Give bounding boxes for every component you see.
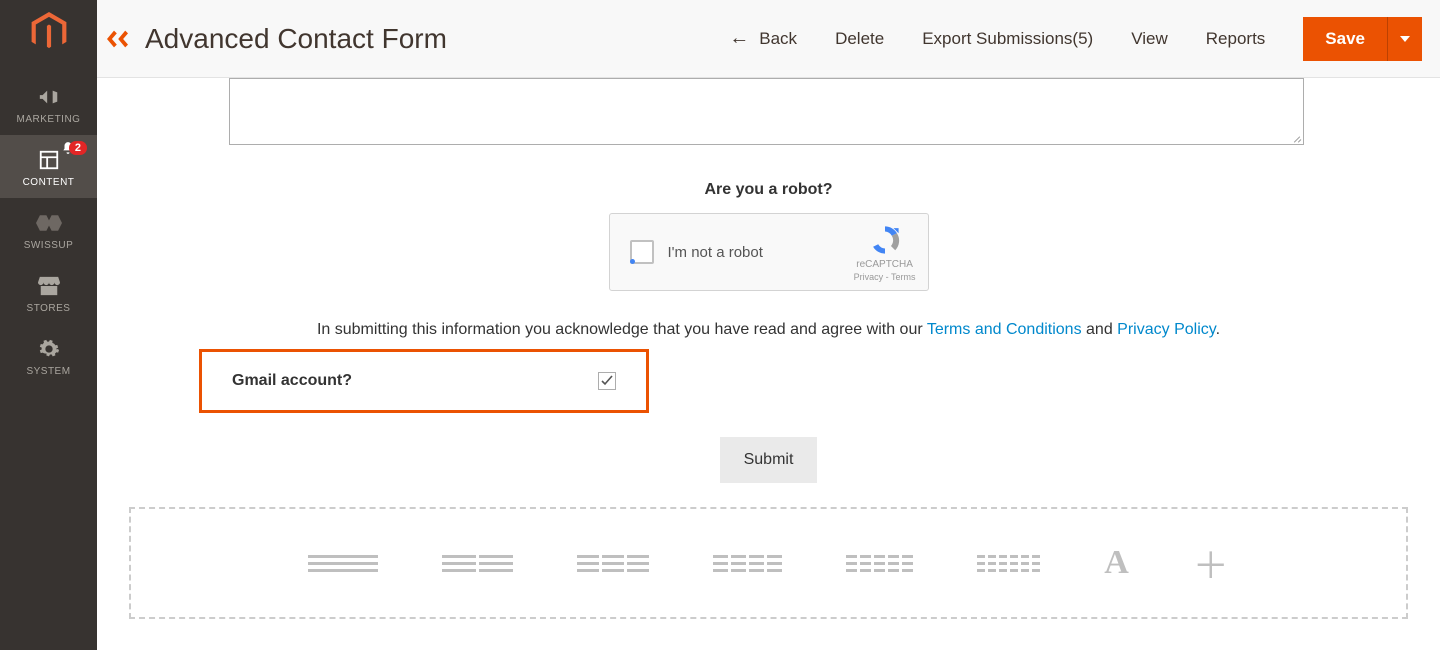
- nav-stores[interactable]: STORES: [0, 261, 97, 324]
- back-button[interactable]: ← Back: [729, 27, 797, 50]
- page-title: Advanced Contact Form: [145, 23, 447, 55]
- layout-presets-bar: A ＋: [129, 507, 1408, 619]
- captcha-title: Are you a robot?: [129, 181, 1408, 199]
- save-dropdown-button[interactable]: [1387, 17, 1422, 61]
- gmail-label: Gmail account?: [232, 372, 598, 390]
- privacy-link[interactable]: Privacy Policy: [1117, 321, 1215, 338]
- nav-label: SYSTEM: [26, 366, 70, 377]
- admin-sidebar: MARKETING 2 CONTENT SWISSUP STORES: [0, 0, 97, 650]
- recaptcha-widget[interactable]: I'm not a robot reCAPTCHA Privacy - Term…: [609, 213, 929, 291]
- nav-swissup[interactable]: SWISSUP: [0, 198, 97, 261]
- layout-3col-icon[interactable]: [577, 555, 649, 572]
- layout-6col-icon[interactable]: [977, 555, 1040, 572]
- submit-button[interactable]: Submit: [720, 437, 818, 483]
- nav-label: MARKETING: [17, 114, 81, 125]
- terms-link[interactable]: Terms and Conditions: [927, 321, 1082, 338]
- nav-content[interactable]: 2 CONTENT: [0, 135, 97, 198]
- spinner-dot-icon: [630, 259, 635, 264]
- layout-4col-icon[interactable]: [713, 555, 782, 572]
- recaptcha-label: I'm not a robot: [668, 244, 763, 261]
- layout-1col-icon[interactable]: [308, 555, 378, 572]
- store-icon: [38, 273, 60, 299]
- recaptcha-logo-icon: [868, 223, 902, 257]
- layout-5col-icon[interactable]: [846, 555, 913, 572]
- view-button[interactable]: View: [1131, 29, 1168, 49]
- layout-2col-icon[interactable]: [442, 555, 513, 572]
- gmail-checkbox[interactable]: [598, 372, 616, 390]
- nav-label: STORES: [27, 303, 71, 314]
- layout-icon: [38, 147, 60, 173]
- resize-grip-icon[interactable]: [1291, 132, 1301, 142]
- nav-system[interactable]: SYSTEM: [0, 324, 97, 387]
- arrow-left-icon: ←: [729, 27, 749, 50]
- back-label: Back: [759, 29, 797, 49]
- magento-logo[interactable]: [29, 12, 69, 52]
- delete-button[interactable]: Delete: [835, 29, 884, 49]
- recaptcha-checkbox[interactable]: [630, 240, 654, 264]
- hexagon-icon: [36, 210, 62, 236]
- checkmark-icon: [601, 375, 613, 387]
- nav-marketing[interactable]: MARKETING: [0, 72, 97, 135]
- notification-badge: 2: [69, 141, 87, 155]
- brand-chevrons-icon: [107, 28, 135, 50]
- nav-label: CONTENT: [23, 177, 75, 188]
- reports-button[interactable]: Reports: [1206, 29, 1266, 49]
- message-textarea[interactable]: [229, 78, 1304, 145]
- text-element-icon[interactable]: A: [1104, 544, 1129, 582]
- add-element-icon[interactable]: ＋: [1193, 537, 1229, 589]
- caret-down-icon: [1400, 36, 1410, 42]
- recaptcha-links[interactable]: Privacy - Terms: [854, 272, 916, 282]
- gear-icon: [38, 336, 60, 362]
- page-header: Advanced Contact Form ← Back Delete Expo…: [97, 0, 1440, 78]
- save-button[interactable]: Save: [1303, 17, 1387, 61]
- export-button[interactable]: Export Submissions(5): [922, 29, 1093, 49]
- gmail-field-highlight: Gmail account?: [199, 349, 649, 413]
- megaphone-icon: [38, 84, 60, 110]
- consent-text: In submitting this information you ackno…: [129, 321, 1408, 339]
- recaptcha-brand: reCAPTCHA: [856, 259, 913, 270]
- nav-label: SWISSUP: [24, 240, 74, 251]
